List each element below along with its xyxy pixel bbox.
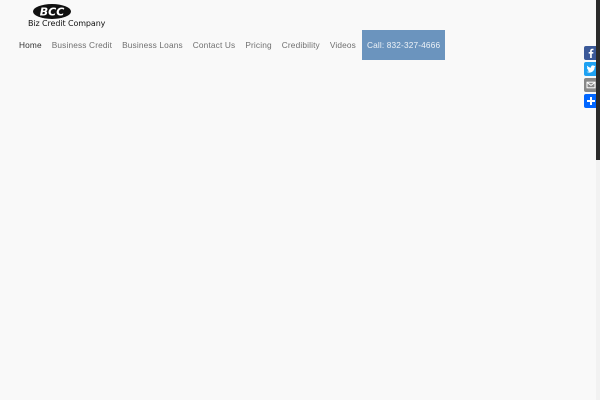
scrollbar-thumb[interactable] [596,0,600,160]
nav-item-pricing[interactable]: Pricing [240,30,276,60]
nav-item-business-loans[interactable]: Business Loans [117,30,188,60]
nav-item-videos[interactable]: Videos [325,30,361,60]
nav-item-business-credit[interactable]: Business Credit [47,30,117,60]
nav-item-home[interactable]: Home [14,30,47,60]
nav-item-contact-us[interactable]: Contact Us [188,30,241,60]
logo-monogram: BCC [40,6,65,19]
call-button[interactable]: Call: 832-327-4666 [361,30,446,60]
page-scrollbar[interactable] [596,0,600,400]
main-nav: Home Business Credit Business Loans Cont… [14,30,446,60]
site-logo[interactable]: BCC Biz Credit Company [28,3,106,29]
nav-item-credibility[interactable]: Credibility [277,30,325,60]
logo-company-name: Biz Credit Company [28,19,106,28]
page: BCC Biz Credit Company Home Business Cre… [0,0,600,400]
